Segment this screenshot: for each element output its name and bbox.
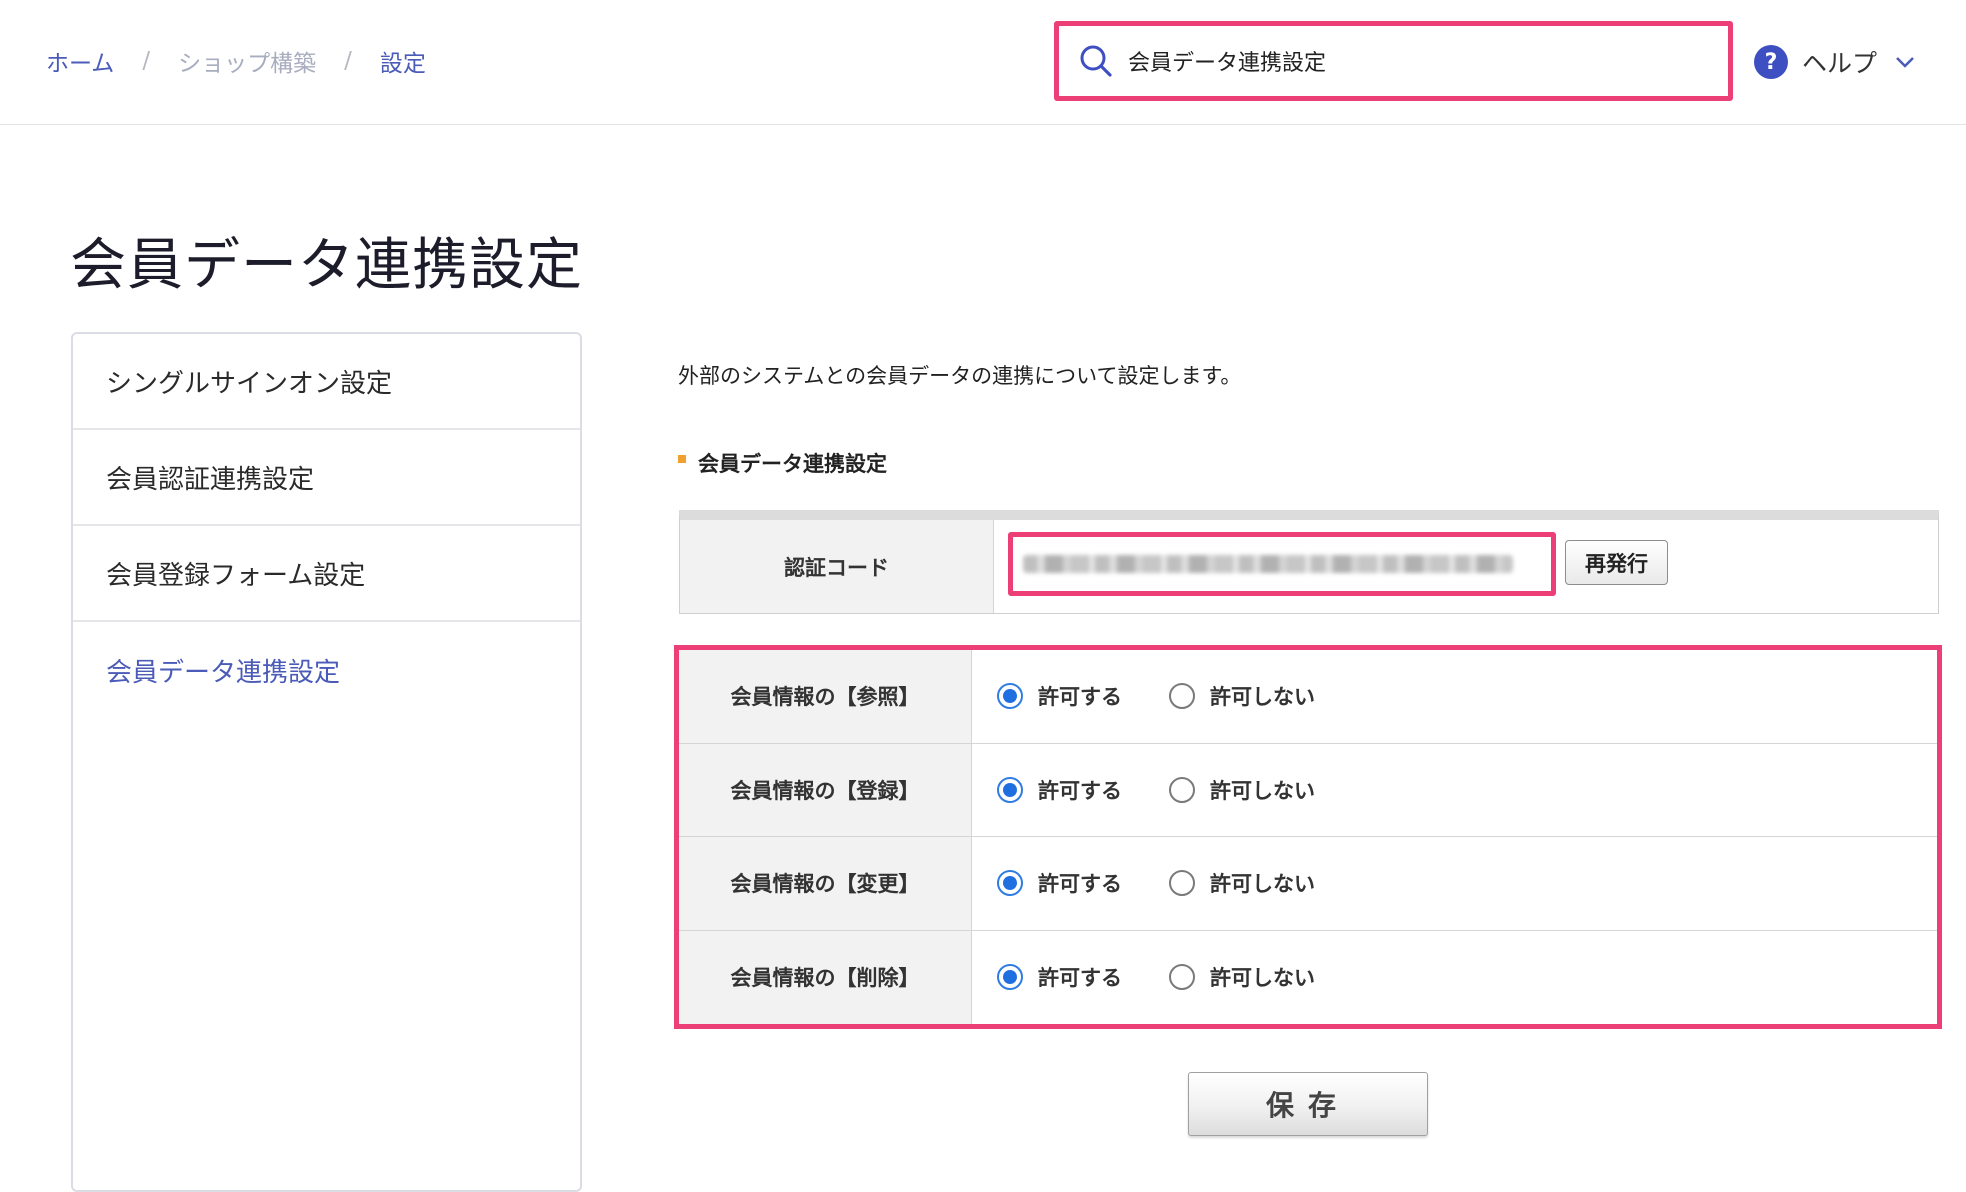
search-icon [1079, 44, 1113, 78]
auth-code-label: 認証コード [680, 520, 994, 613]
section-heading-label: 会員データ連携設定 [698, 452, 887, 476]
table-row: 会員情報の【参照】 許可する 許可しない [679, 650, 1937, 744]
permission-label-view: 会員情報の【参照】 [679, 650, 972, 743]
chevron-down-icon [1895, 55, 1915, 69]
breadcrumb-current[interactable]: 設定 [380, 44, 426, 78]
sidebar-item-registration-form[interactable]: 会員登録フォーム設定 [73, 526, 580, 622]
top-bar: ホーム / ショップ構築 / 設定 ? ヘルプ [0, 0, 1966, 125]
auth-code-field[interactable] [1008, 532, 1556, 596]
permission-options: 許可する 許可しない [972, 650, 1937, 743]
radio-label-deny: 許可しない [1210, 778, 1315, 803]
radio-button-checked[interactable] [997, 683, 1023, 710]
radio-button[interactable] [1169, 776, 1195, 803]
radio-allow-delete[interactable]: 許可する [997, 962, 1122, 992]
radio-label-deny: 許可しない [1210, 685, 1315, 710]
permission-options: 許可する 許可しない [972, 744, 1937, 837]
table-row: 会員情報の【削除】 許可する 許可しない [679, 930, 1937, 1025]
breadcrumb-separator: / [142, 48, 151, 74]
breadcrumb-separator: / [344, 48, 352, 74]
radio-allow-register[interactable]: 許可する [997, 775, 1122, 805]
radio-deny-update[interactable]: 許可しない [1169, 868, 1315, 898]
breadcrumb: ホーム / ショップ構築 / 設定 [46, 44, 426, 78]
radio-deny-delete[interactable]: 許可しない [1169, 962, 1315, 992]
permission-label-update: 会員情報の【変更】 [679, 837, 972, 930]
save-button[interactable]: 保存 [1188, 1072, 1428, 1136]
radio-deny-register[interactable]: 許可しない [1169, 775, 1315, 805]
sidebar-item-member-auth[interactable]: 会員認証連携設定 [73, 430, 580, 526]
permission-label-register: 会員情報の【登録】 [679, 743, 972, 836]
radio-label-allow: 許可する [1038, 966, 1122, 991]
permission-options: 許可する 許可しない [972, 837, 1937, 930]
auth-code-blurred-value [1023, 555, 1513, 573]
radio-label-allow: 許可する [1038, 872, 1122, 897]
radio-button[interactable] [1169, 964, 1195, 991]
reissue-button[interactable]: 再発行 [1565, 540, 1668, 585]
section-heading: 会員データ連携設定 [678, 448, 887, 478]
auth-code-row: 認証コード 再発行 [679, 510, 1939, 614]
help-label: ヘルプ [1802, 49, 1878, 78]
radio-allow-view[interactable]: 許可する [997, 681, 1122, 711]
table-row: 会員情報の【変更】 許可する 許可しない [679, 837, 1937, 931]
radio-label-allow: 許可する [1038, 778, 1122, 803]
breadcrumb-shop[interactable]: ショップ構築 [178, 44, 316, 78]
radio-deny-view[interactable]: 許可しない [1169, 681, 1315, 711]
help-icon: ? [1754, 45, 1788, 79]
search-input[interactable] [1128, 41, 1688, 81]
radio-allow-update[interactable]: 許可する [997, 868, 1122, 898]
main-content: 外部のシステムとの会員データの連携について設定します。 会員データ連携設定 認証… [674, 360, 1942, 1136]
sidebar-item-single-sign-on[interactable]: シングルサインオン設定 [73, 334, 580, 430]
permission-options: 許可する 許可しない [972, 931, 1937, 1025]
sidebar: シングルサインオン設定 会員認証連携設定 会員登録フォーム設定 会員データ連携設… [71, 332, 582, 1192]
permissions-table: 会員情報の【参照】 許可する 許可しない 会員情報の【登録】 許可する 許可しな… [674, 645, 1942, 1029]
breadcrumb-home[interactable]: ホーム [46, 44, 114, 78]
radio-button[interactable] [1169, 683, 1195, 710]
radio-button-checked[interactable] [997, 776, 1023, 803]
radio-button[interactable] [1169, 870, 1195, 897]
table-row: 会員情報の【登録】 許可する 許可しない [679, 743, 1937, 837]
search-box[interactable] [1054, 21, 1733, 101]
radio-label-deny: 許可しない [1210, 872, 1315, 897]
radio-button-checked[interactable] [997, 870, 1023, 897]
page-description: 外部のシステムとの会員データの連携について設定します。 [678, 364, 1242, 388]
auth-code-cell: 再発行 [994, 520, 1938, 613]
radio-label-deny: 許可しない [1210, 966, 1315, 991]
sidebar-item-member-data-link[interactable]: 会員データ連携設定 [73, 622, 580, 718]
page-title: 会員データ連携設定 [70, 233, 583, 298]
permission-label-delete: 会員情報の【削除】 [679, 930, 972, 1024]
help-menu[interactable]: ? ヘルプ [1754, 44, 1915, 80]
section-bullet [678, 455, 686, 463]
radio-label-allow: 許可する [1038, 685, 1122, 710]
radio-button-checked[interactable] [997, 964, 1023, 991]
